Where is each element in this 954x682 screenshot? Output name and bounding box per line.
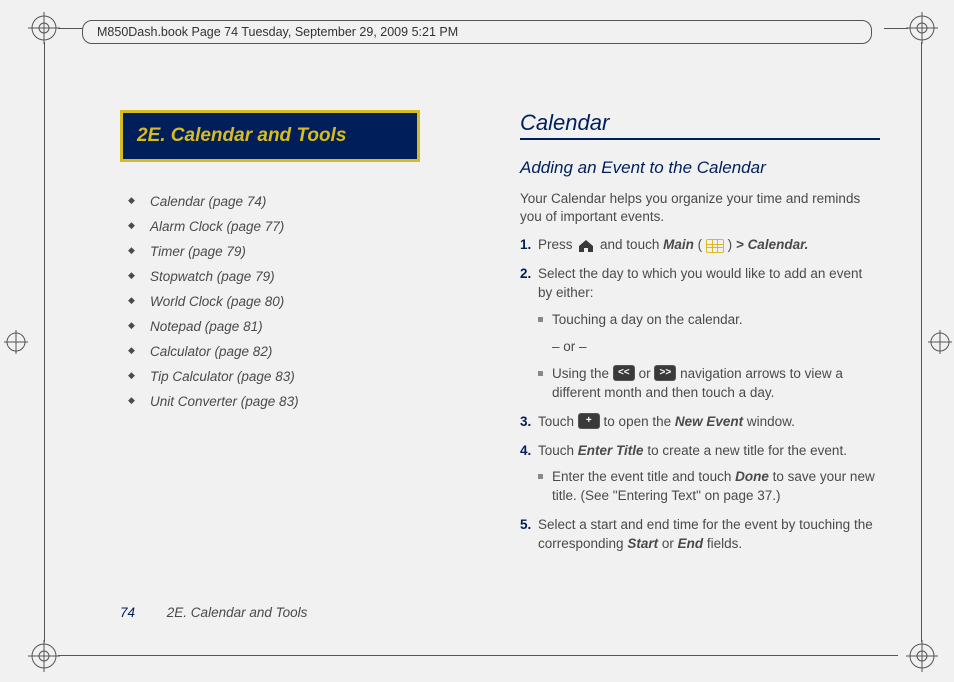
crop-mark-icon — [906, 12, 938, 44]
step-text: Enter the event title and touch — [552, 469, 735, 484]
frame-header-text: M850Dash.book Page 74 Tuesday, September… — [97, 25, 458, 39]
sub-bullet: Using the << or >> navigation arrows to … — [538, 365, 880, 403]
kw-main: Main — [663, 237, 694, 252]
crop-rule — [921, 42, 922, 642]
toc-item: Alarm Clock (page 77) — [126, 215, 480, 240]
side-mark-icon — [4, 330, 28, 354]
toc-item: Calculator (page 82) — [126, 340, 480, 365]
step-text: Using the — [552, 366, 613, 381]
sub-bullet: Enter the event title and touch Done to … — [538, 468, 880, 506]
breadcrumb-gt: > — [736, 237, 744, 252]
step-4: Touch Enter Title to create a new title … — [520, 442, 880, 507]
kw-calendar: Calendar. — [748, 237, 809, 252]
section-banner: 2E. Calendar and Tools — [120, 110, 420, 162]
toc-item: Timer (page 79) — [126, 240, 480, 265]
toc-item: Calendar (page 74) — [126, 190, 480, 215]
kw-start: Start — [627, 536, 658, 551]
step-text: Press — [538, 237, 576, 252]
nav-next-icon: >> — [654, 365, 676, 381]
step-text: Touch — [538, 443, 578, 458]
crop-mark-icon — [906, 640, 938, 672]
step-text: or — [662, 536, 678, 551]
main-grid-icon — [706, 239, 724, 253]
nav-prev-icon: << — [613, 365, 635, 381]
step-3: Touch + to open the New Event window. — [520, 413, 880, 432]
steps-list: Press and touch Main ( ) > Calendar. Sel… — [520, 236, 880, 554]
crop-rule — [58, 28, 82, 29]
step-2-sublist: Touching a day on the calendar. – or – U… — [538, 311, 880, 403]
kw-new-event: New Event — [675, 414, 743, 429]
step-5: Select a start and end time for the even… — [520, 516, 880, 554]
step-text: Select the day to which you would like t… — [538, 266, 862, 300]
subheading-add-event: Adding an Event to the Calendar — [520, 158, 880, 178]
heading-calendar: Calendar — [520, 110, 880, 140]
kw-enter-title: Enter Title — [578, 443, 644, 458]
crop-rule — [44, 42, 45, 642]
crop-rule — [884, 28, 908, 29]
step-2: Select the day to which you would like t… — [520, 265, 880, 402]
step-text: Touch — [538, 414, 578, 429]
step-text: to create a new title for the event. — [647, 443, 847, 458]
toc-list: Calendar (page 74) Alarm Clock (page 77)… — [120, 190, 480, 415]
side-mark-icon — [928, 330, 952, 354]
kw-done: Done — [735, 469, 769, 484]
frame-header: M850Dash.book Page 74 Tuesday, September… — [82, 20, 872, 44]
toc-item: World Clock (page 80) — [126, 290, 480, 315]
page-body: 2E. Calendar and Tools Calendar (page 74… — [120, 110, 880, 590]
step-1: Press and touch Main ( ) > Calendar. — [520, 236, 880, 255]
home-icon — [576, 238, 596, 254]
step-4-sublist: Enter the event title and touch Done to … — [538, 468, 880, 506]
page-number: 74 — [120, 605, 135, 620]
step-text: and touch — [600, 237, 663, 252]
toc-item: Unit Converter (page 83) — [126, 390, 480, 415]
step-text: ( — [698, 237, 703, 252]
toc-item: Tip Calculator (page 83) — [126, 365, 480, 390]
or-divider: – or – — [538, 338, 880, 357]
step-text: or — [639, 366, 655, 381]
page-title: 2E. Calendar and Tools — [167, 605, 308, 620]
right-column: Calendar Adding an Event to the Calendar… — [520, 110, 880, 590]
crop-mark-icon — [28, 640, 60, 672]
crop-rule — [58, 655, 898, 656]
step-text: fields. — [707, 536, 742, 551]
step-text: to open the — [604, 414, 675, 429]
intro-text: Your Calendar helps you organize your ti… — [520, 190, 880, 226]
toc-item: Notepad (page 81) — [126, 315, 480, 340]
crop-mark-icon — [28, 12, 60, 44]
step-text: window. — [747, 414, 795, 429]
kw-end: End — [678, 536, 704, 551]
toc-item: Stopwatch (page 79) — [126, 265, 480, 290]
sub-bullet: Touching a day on the calendar. — [538, 311, 880, 330]
plus-icon: + — [578, 413, 600, 429]
step-text: Select a start and end time for the even… — [538, 517, 873, 551]
step-text: ) — [728, 237, 736, 252]
page-footer: 74 2E. Calendar and Tools — [120, 605, 307, 620]
section-banner-text: 2E. Calendar and Tools — [137, 125, 346, 146]
left-column: 2E. Calendar and Tools Calendar (page 74… — [120, 110, 480, 590]
